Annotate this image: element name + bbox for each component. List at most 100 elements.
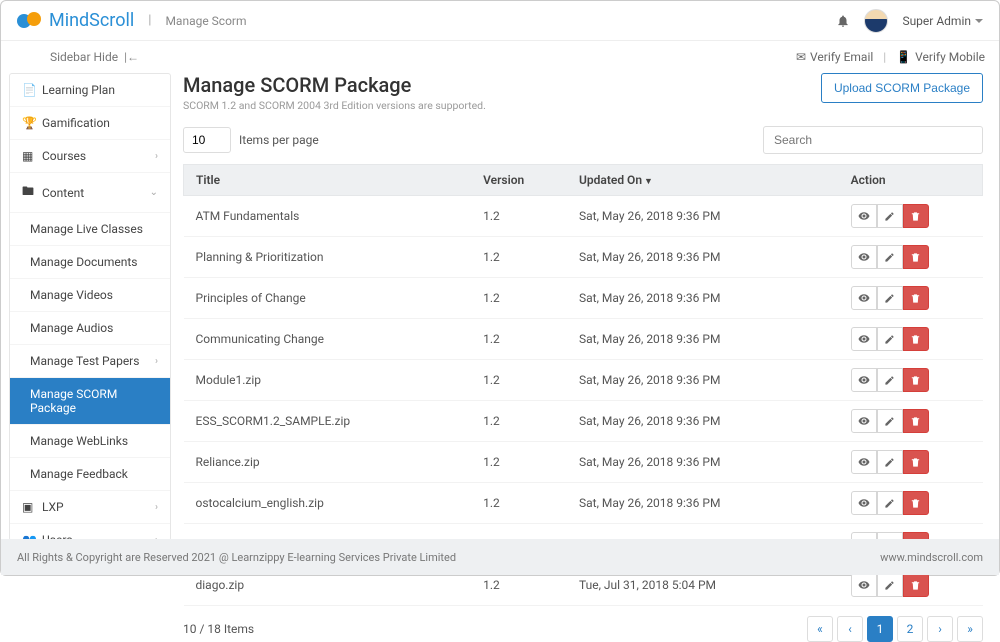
table-row: ESS_SCORM1.2_SAMPLE.zip1.2Sat, May 26, 2… <box>184 401 983 442</box>
items-per-page-input[interactable] <box>183 127 231 153</box>
sidebar-item-manage-audios[interactable]: Manage Audios <box>10 312 170 345</box>
col-action: Action <box>839 165 983 196</box>
arrow-left-icon: |← <box>124 50 139 64</box>
avatar[interactable] <box>864 9 888 33</box>
cell-action <box>839 196 983 237</box>
sidebar-item-gamification[interactable]: 🏆Gamification <box>10 107 170 140</box>
sidebar-item-lxp[interactable]: ▣LXP› <box>10 491 170 524</box>
edit-button[interactable] <box>877 245 903 269</box>
delete-button[interactable] <box>903 573 929 597</box>
chevron-icon: › <box>155 502 158 513</box>
delete-button[interactable] <box>903 204 929 228</box>
verify-mobile-label: Verify Mobile <box>915 50 985 64</box>
cell-action <box>839 319 983 360</box>
sidebar-item-manage-feedback[interactable]: Manage Feedback <box>10 458 170 491</box>
user-menu[interactable]: Super Admin <box>902 14 983 28</box>
cell-version: 1.2 <box>471 278 567 319</box>
sidebar-item-manage-test-papers[interactable]: Manage Test Papers› <box>10 345 170 378</box>
verify-mobile-link[interactable]: 📱 Verify Mobile <box>896 50 985 64</box>
sidebar-icon: ▣ <box>22 500 36 514</box>
cell-action <box>839 278 983 319</box>
logo-icon <box>17 12 43 30</box>
upload-scorm-button[interactable]: Upload SCORM Package <box>821 73 983 103</box>
col-version[interactable]: Version <box>471 165 567 196</box>
sidebar-label: Manage Live Classes <box>30 222 143 236</box>
sidebar-item-manage-scorm-package[interactable]: Manage SCORM Package <box>10 378 170 425</box>
cell-updated: Sat, May 26, 2018 9:36 PM <box>567 237 839 278</box>
page-button[interactable]: ‹ <box>837 616 863 642</box>
sidebar-hide-toggle[interactable]: Sidebar Hide |← <box>50 50 139 64</box>
footer-link[interactable]: www.mindscroll.com <box>880 551 983 564</box>
view-button[interactable] <box>851 368 877 392</box>
delete-button[interactable] <box>903 491 929 515</box>
view-button[interactable] <box>851 491 877 515</box>
page-button[interactable]: › <box>927 616 953 642</box>
delete-button[interactable] <box>903 286 929 310</box>
sidebar-item-courses[interactable]: ▦Courses› <box>10 140 170 173</box>
verify-email-link[interactable]: ✉ Verify Email <box>796 50 873 64</box>
col-updated[interactable]: Updated On▼ <box>567 165 839 196</box>
logo[interactable]: MindScroll <box>17 10 134 31</box>
cell-version: 1.2 <box>471 319 567 360</box>
cell-title: Principles of Change <box>184 278 472 319</box>
pagination: «‹12›» <box>807 616 983 642</box>
sidebar-item-content[interactable]: 🖿Content⌄ <box>10 173 170 213</box>
delete-button[interactable] <box>903 327 929 351</box>
sidebar-item-manage-documents[interactable]: Manage Documents <box>10 246 170 279</box>
topbar: MindScroll | Manage Scorm Super Admin <box>1 1 999 41</box>
cell-updated: Sat, May 26, 2018 9:36 PM <box>567 319 839 360</box>
sidebar-item-manage-weblinks[interactable]: Manage WebLinks <box>10 425 170 458</box>
cell-updated: Sat, May 26, 2018 9:36 PM <box>567 401 839 442</box>
page-button[interactable]: « <box>807 616 833 642</box>
edit-button[interactable] <box>877 368 903 392</box>
view-button[interactable] <box>851 245 877 269</box>
delete-button[interactable] <box>903 368 929 392</box>
view-button[interactable] <box>851 327 877 351</box>
cell-title: Reliance.zip <box>184 442 472 483</box>
cell-updated: Sat, May 26, 2018 9:36 PM <box>567 196 839 237</box>
page-button[interactable]: 1 <box>867 616 893 642</box>
search-input[interactable] <box>763 126 983 154</box>
sidebar-item-learning-plan[interactable]: 📄Learning Plan <box>10 74 170 107</box>
delete-button[interactable] <box>903 450 929 474</box>
edit-button[interactable] <box>877 204 903 228</box>
verify-email-label: Verify Email <box>810 50 873 64</box>
cell-title: Planning & Prioritization <box>184 237 472 278</box>
delete-button[interactable] <box>903 409 929 433</box>
table-row: Principles of Change1.2Sat, May 26, 2018… <box>184 278 983 319</box>
table-row: Module1.zip1.2Sat, May 26, 2018 9:36 PM <box>184 360 983 401</box>
bell-icon[interactable] <box>836 14 850 28</box>
edit-button[interactable] <box>877 286 903 310</box>
sidebar-label: Manage Audios <box>30 321 113 335</box>
view-button[interactable] <box>851 204 877 228</box>
edit-button[interactable] <box>877 573 903 597</box>
chevron-icon: › <box>155 151 158 162</box>
sidebar-label: Learning Plan <box>42 83 115 97</box>
sidebar-icon: 🏆 <box>22 116 36 130</box>
page-button[interactable]: » <box>957 616 983 642</box>
cell-title: ESS_SCORM1.2_SAMPLE.zip <box>184 401 472 442</box>
sort-desc-icon: ▼ <box>644 177 653 187</box>
view-button[interactable] <box>851 450 877 474</box>
view-button[interactable] <box>851 409 877 433</box>
edit-button[interactable] <box>877 491 903 515</box>
cell-version: 1.2 <box>471 360 567 401</box>
separator: | <box>883 50 886 64</box>
cell-action <box>839 442 983 483</box>
cell-title: Module1.zip <box>184 360 472 401</box>
view-button[interactable] <box>851 573 877 597</box>
user-name: Super Admin <box>902 14 971 28</box>
table-row: ATM Fundamentals1.2Sat, May 26, 2018 9:3… <box>184 196 983 237</box>
cell-updated: Sat, May 26, 2018 9:36 PM <box>567 278 839 319</box>
cell-title: ostocalcium_english.zip <box>184 483 472 524</box>
edit-button[interactable] <box>877 409 903 433</box>
page-button[interactable]: 2 <box>897 616 923 642</box>
sidebar-item-manage-live-classes[interactable]: Manage Live Classes <box>10 213 170 246</box>
sidebar-item-manage-videos[interactable]: Manage Videos <box>10 279 170 312</box>
view-button[interactable] <box>851 286 877 310</box>
delete-button[interactable] <box>903 245 929 269</box>
sidebar-label: Manage Test Papers <box>30 354 139 368</box>
col-title[interactable]: Title <box>184 165 472 196</box>
edit-button[interactable] <box>877 327 903 351</box>
edit-button[interactable] <box>877 450 903 474</box>
